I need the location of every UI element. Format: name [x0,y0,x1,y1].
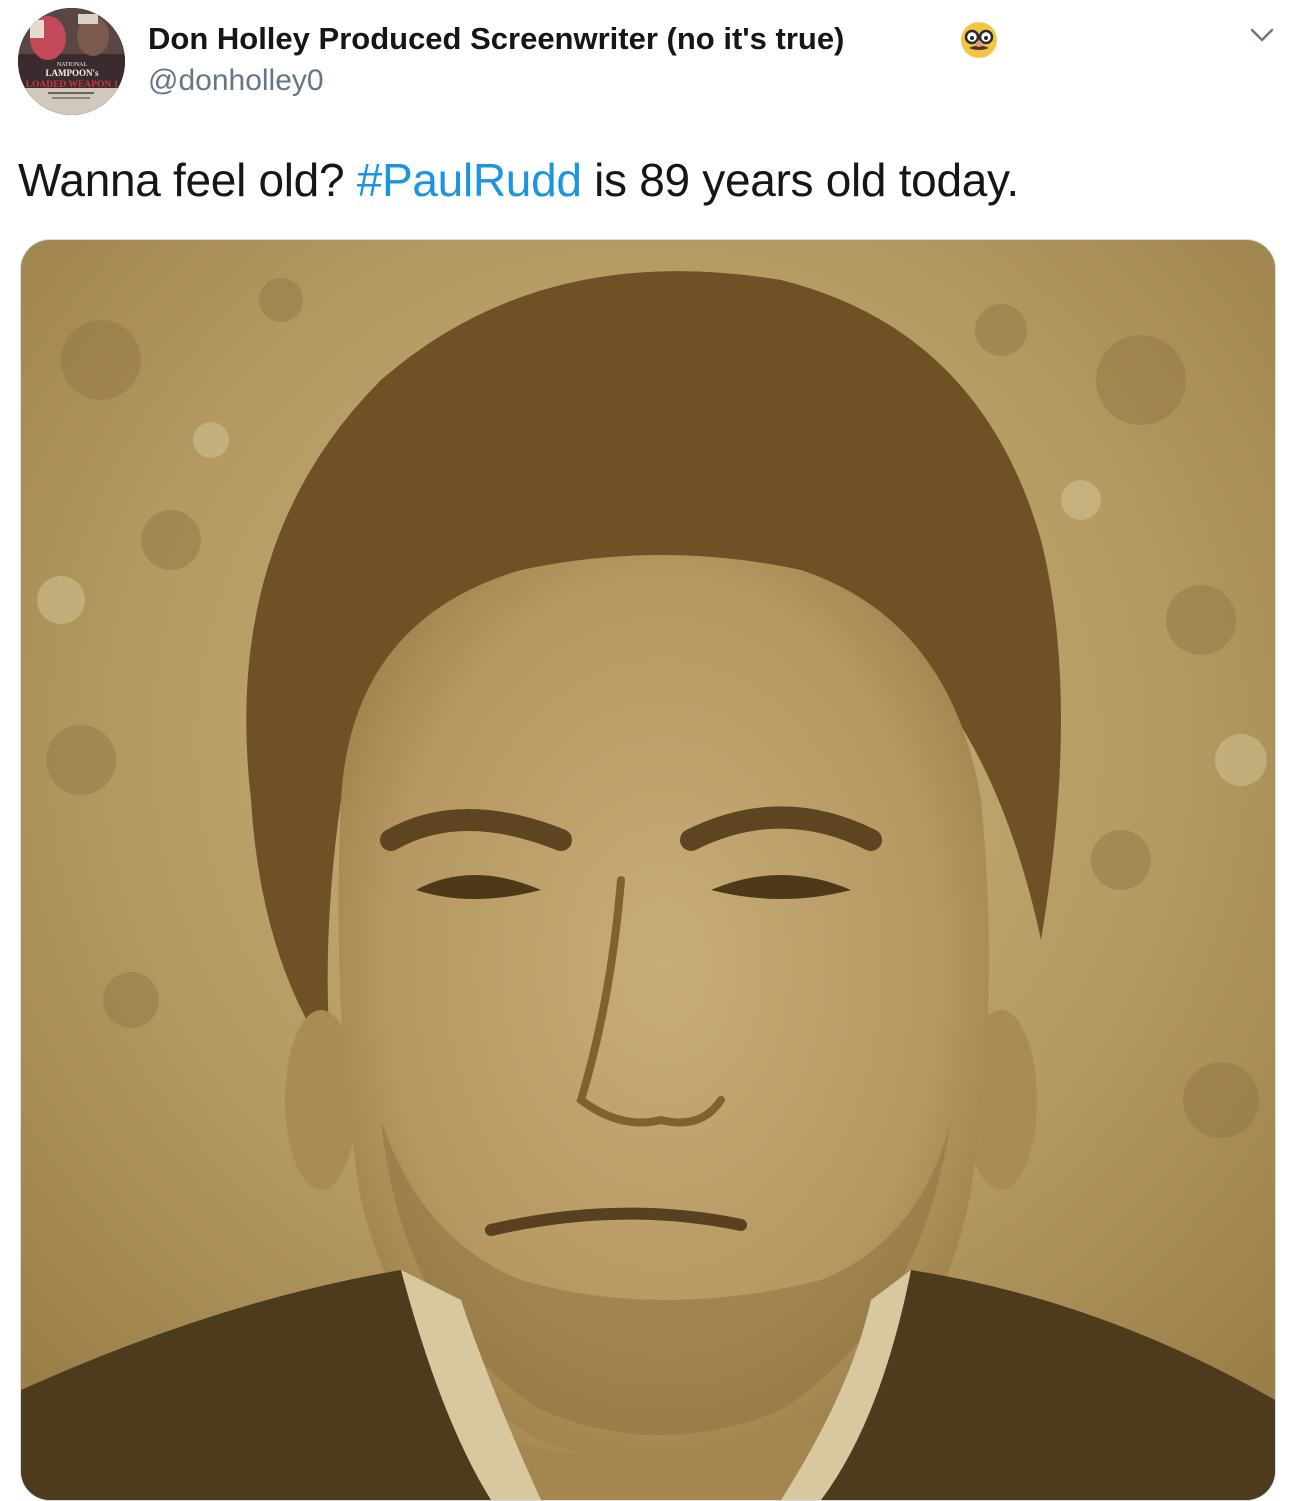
author-handle[interactable]: @donholley0 [148,61,324,101]
tweet-text-before: Wanna feel old? [18,154,357,206]
tweet-text-after: is 89 years old today. [581,154,1019,206]
avatar-text-2: LAMPOON's [46,68,99,78]
tweet-text: Wanna feel old? #PaulRudd is 89 years ol… [18,150,1019,210]
disguised-face-emoji-icon [958,19,1000,61]
tweet-menu-button[interactable] [1244,20,1280,50]
tweet: NATIONAL LAMPOON's LOADED WEAPON 1 Don H… [0,0,1300,1501]
author-name[interactable]: Don Holley Produced Screenwriter (no it'… [148,19,844,59]
tweet-media-photo[interactable] [20,239,1276,1501]
portrait-image [21,240,1275,1500]
hashtag-link[interactable]: #PaulRudd [357,154,582,206]
avatar-image: NATIONAL LAMPOON's LOADED WEAPON 1 [18,8,125,115]
avatar-text-3: LOADED WEAPON 1 [26,80,119,90]
chevron-down-icon [1250,28,1274,42]
avatar[interactable]: NATIONAL LAMPOON's LOADED WEAPON 1 [18,8,125,115]
